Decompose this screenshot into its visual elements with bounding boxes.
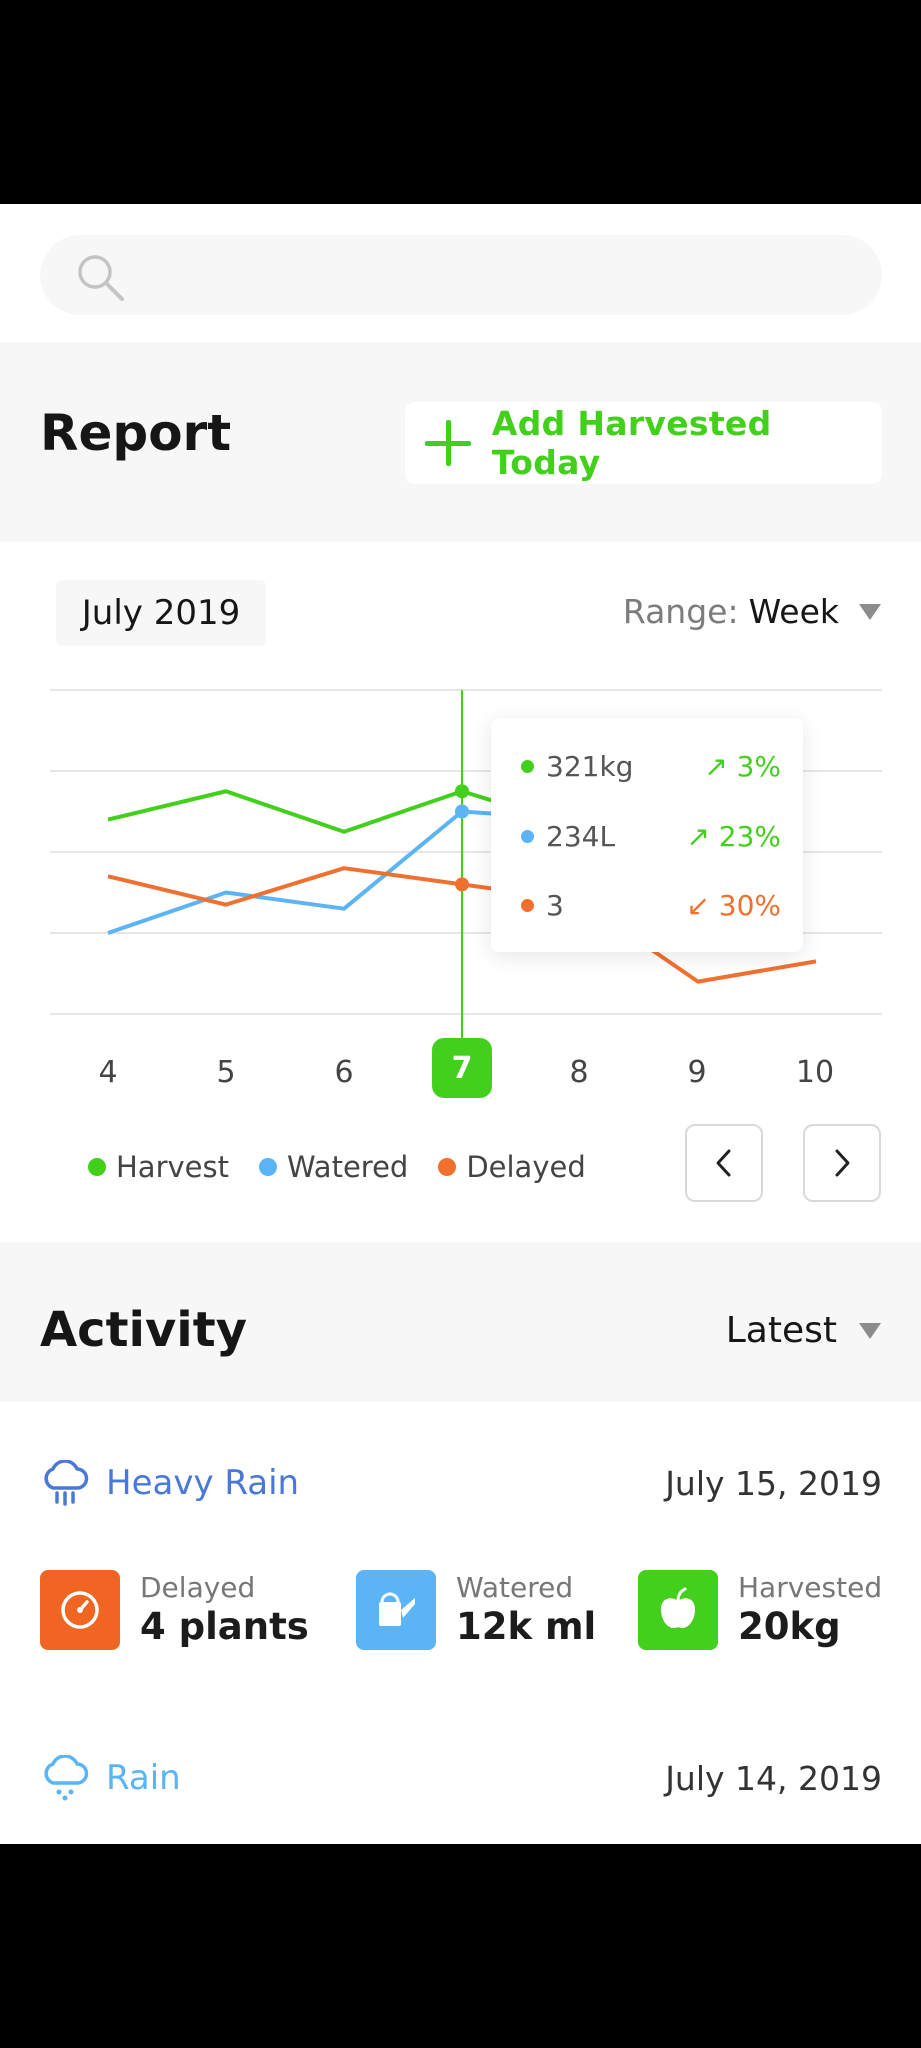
add-harvested-button[interactable]: Add Harvested Today bbox=[405, 402, 882, 484]
dropdown-arrow-icon bbox=[859, 1322, 881, 1339]
chart-legend: Harvest Watered Delayed bbox=[88, 1150, 616, 1184]
tooltip-row-harvest: 321kg ↗ 3% bbox=[521, 746, 781, 786]
stat-label: Harvested bbox=[738, 1571, 883, 1604]
apple-icon bbox=[638, 1570, 718, 1650]
report-chart-card: July 2019 Range: Week 321kg ↗ 3% 234L ↗ … bbox=[0, 542, 921, 1242]
stat-label: Watered bbox=[456, 1571, 574, 1604]
day-label[interactable]: 5 bbox=[181, 1055, 271, 1090]
day-label[interactable]: 10 bbox=[770, 1055, 860, 1090]
search-icon bbox=[78, 255, 124, 301]
add-harvested-label: Add Harvested Today bbox=[491, 404, 772, 482]
tooltip-change: ↗ 23% bbox=[686, 819, 781, 853]
legend-watered: Watered bbox=[258, 1150, 409, 1184]
stat-value: 12k ml bbox=[456, 1605, 597, 1648]
rain-icon bbox=[44, 1755, 89, 1801]
gauge-icon bbox=[40, 1570, 120, 1650]
legend-label: Delayed bbox=[466, 1150, 586, 1184]
tooltip-change: ↙ 30% bbox=[686, 888, 781, 922]
stat-watered: Watered 12k ml bbox=[356, 1570, 596, 1650]
stat-delayed: Delayed 4 plants bbox=[40, 1570, 309, 1650]
tooltip-value: 234L bbox=[546, 819, 616, 853]
day-label[interactable]: 9 bbox=[652, 1055, 742, 1090]
plus-icon bbox=[425, 420, 471, 466]
legend-label: Watered bbox=[286, 1150, 409, 1184]
harvest-dot bbox=[521, 759, 534, 773]
chevron-right-icon bbox=[835, 1149, 850, 1177]
activity-item-rain[interactable]: Rain July 14, 2019 bbox=[40, 1748, 882, 1808]
next-button[interactable] bbox=[803, 1124, 881, 1202]
legend-dot bbox=[438, 1158, 457, 1176]
tooltip-row-delayed: 3 ↙ 30% bbox=[521, 885, 781, 925]
legend-label: Harvest bbox=[116, 1150, 229, 1184]
previous-button[interactable] bbox=[685, 1124, 763, 1202]
activity-name: Rain bbox=[106, 1758, 181, 1798]
delayed-dot bbox=[521, 898, 534, 912]
activity-title: Activity bbox=[40, 1302, 247, 1358]
sort-dropdown[interactable]: Latest bbox=[726, 1310, 881, 1351]
tooltip-row-watered: 234L ↗ 23% bbox=[521, 816, 781, 856]
report-header: Report Add Harvested Today bbox=[0, 342, 921, 542]
chart-tooltip: 321kg ↗ 3% 234L ↗ 23% 3 ↙ 30% bbox=[491, 718, 803, 952]
report-title: Report bbox=[40, 404, 232, 462]
tooltip-value: 3 bbox=[546, 888, 564, 922]
stat-harvested: Harvested 20kg bbox=[638, 1570, 882, 1650]
legend-dot bbox=[88, 1158, 106, 1176]
tooltip-change: ↗ 3% bbox=[704, 749, 781, 783]
activity-name: Heavy Rain bbox=[106, 1463, 300, 1503]
activity-date: July 15, 2019 bbox=[665, 1463, 882, 1503]
legend-harvest: Harvest bbox=[88, 1150, 229, 1184]
activity-item-heavy-rain[interactable]: Heavy Rain July 15, 2019 bbox=[40, 1453, 882, 1513]
legend-dot bbox=[258, 1158, 277, 1176]
data-point-harvest[interactable] bbox=[455, 784, 469, 799]
data-point-watered[interactable] bbox=[455, 804, 469, 819]
heavy-rain-icon bbox=[44, 1460, 89, 1506]
day-label[interactable]: 6 bbox=[299, 1055, 389, 1090]
legend-delayed: Delayed bbox=[438, 1150, 586, 1184]
chevron-left-icon bbox=[716, 1149, 731, 1177]
search-input[interactable] bbox=[40, 235, 882, 315]
app-screen: Report Add Harvested Today July 2019 Ran… bbox=[0, 204, 921, 1844]
activity-date: July 14, 2019 bbox=[665, 1758, 882, 1798]
day-label-selected[interactable]: 7 bbox=[432, 1038, 492, 1098]
data-point-delayed[interactable] bbox=[455, 877, 469, 892]
tooltip-value: 321kg bbox=[546, 749, 634, 783]
day-label[interactable]: 4 bbox=[63, 1055, 153, 1090]
activity-header: Activity Latest bbox=[0, 1242, 921, 1402]
stat-value: 20kg bbox=[738, 1605, 841, 1648]
search-section bbox=[0, 204, 921, 342]
watering-can-icon bbox=[356, 1570, 436, 1650]
stat-label: Delayed bbox=[140, 1571, 256, 1604]
watered-dot bbox=[521, 829, 534, 843]
day-label[interactable]: 8 bbox=[534, 1055, 624, 1090]
sort-label: Latest bbox=[725, 1310, 837, 1351]
stat-value: 4 plants bbox=[140, 1605, 309, 1648]
